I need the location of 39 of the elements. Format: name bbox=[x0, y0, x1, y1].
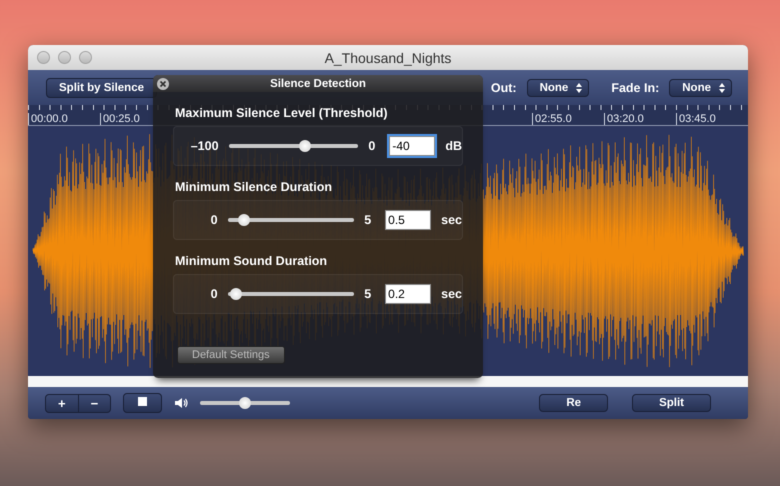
fade-in-label: Fade In: bbox=[611, 80, 660, 94]
window-control-icon[interactable] bbox=[79, 51, 92, 64]
slider-min-label: 0 bbox=[210, 287, 218, 301]
slider-max-label: 5 bbox=[364, 213, 372, 227]
fade-out-dropdown[interactable]: None bbox=[526, 78, 590, 96]
window-control-icon[interactable] bbox=[37, 51, 50, 64]
time-label: 03:45.0 bbox=[676, 113, 748, 125]
slider-min-label: –100 bbox=[190, 139, 219, 153]
zoom-out-button[interactable]: − bbox=[78, 394, 112, 412]
section-title: Minimum Silence Duration bbox=[175, 180, 333, 194]
value-field[interactable]: 0.2 bbox=[385, 284, 432, 304]
action-button[interactable]: Re bbox=[539, 394, 608, 412]
section-title: Maximum Silence Level (Threshold) bbox=[175, 106, 389, 120]
value-field[interactable]: -40 bbox=[389, 136, 436, 156]
time-label: 00:00.0 bbox=[28, 113, 100, 125]
slider-max-label: 0 bbox=[368, 139, 376, 153]
zoom-in-button[interactable]: + bbox=[45, 394, 79, 412]
time-label: 02:55.0 bbox=[532, 113, 604, 125]
speaker-icon bbox=[174, 396, 188, 410]
unit-label: sec bbox=[441, 213, 462, 227]
fade-in-dropdown[interactable]: None bbox=[669, 78, 732, 96]
window-control-icon[interactable] bbox=[58, 51, 71, 64]
stop-button[interactable] bbox=[123, 393, 162, 413]
up-down-arrows-icon bbox=[576, 82, 582, 94]
close-icon[interactable] bbox=[157, 78, 169, 90]
slider-min-label: 0 bbox=[210, 213, 218, 227]
section-title: Minimum Sound Duration bbox=[175, 254, 328, 268]
dialog-title: Silence Detection bbox=[270, 78, 366, 90]
value-field[interactable]: 0.5 bbox=[385, 210, 432, 230]
unit-label: sec bbox=[441, 287, 462, 301]
unit-label: dB bbox=[445, 139, 462, 153]
fade-out-label: Out: bbox=[490, 80, 517, 94]
default-settings-button[interactable]: Default Settings bbox=[177, 346, 285, 364]
stop-icon bbox=[138, 397, 148, 406]
up-down-arrows-icon bbox=[719, 82, 725, 94]
window-title: A_Thousand_Nights bbox=[324, 50, 452, 66]
time-label: 03:20.0 bbox=[604, 113, 676, 125]
action-button[interactable]: Split bbox=[632, 394, 711, 412]
slider-max-label: 5 bbox=[364, 287, 372, 301]
